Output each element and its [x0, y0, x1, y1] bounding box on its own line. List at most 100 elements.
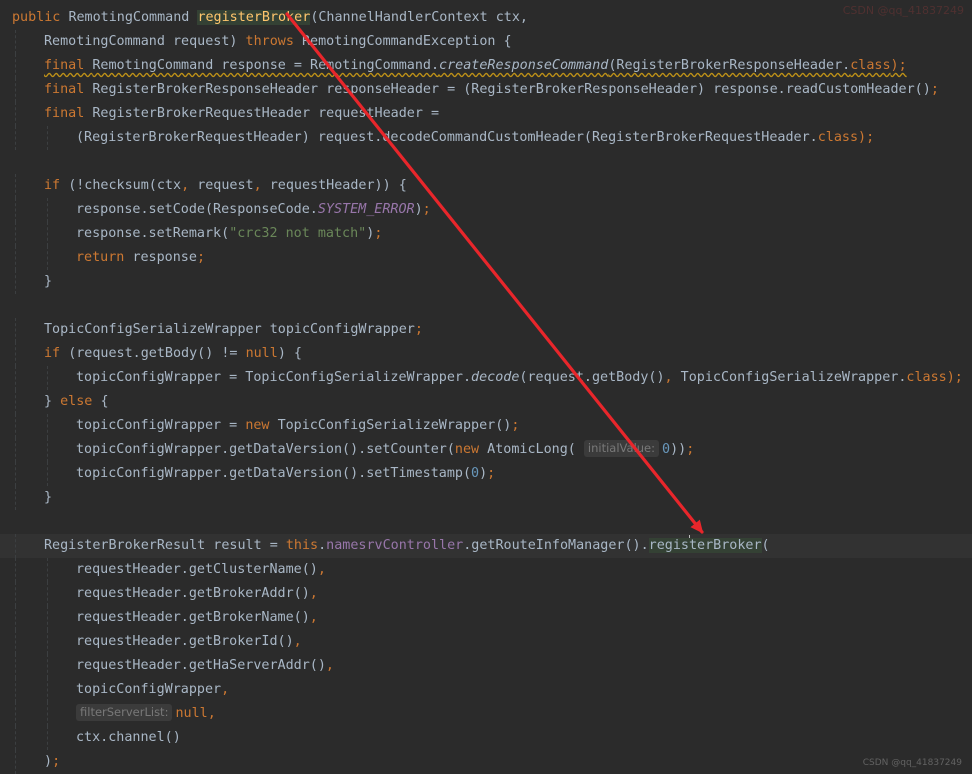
indent-guide — [47, 366, 48, 390]
code-token: public — [12, 10, 69, 25]
indent-guide — [47, 630, 48, 654]
code-line[interactable]: RemotingCommand request) throws Remoting… — [0, 30, 972, 54]
code-line[interactable]: } else { — [0, 390, 972, 414]
code-token: requestHeader.getClusterName() — [76, 562, 318, 577]
code-line[interactable]: requestHeader.getClusterName(), — [0, 558, 972, 582]
code-line[interactable]: final RegisterBrokerRequestHeader reques… — [0, 102, 972, 126]
code-line[interactable]: topicConfigWrapper.getDataVersion().setC… — [0, 438, 972, 462]
code-token: } — [44, 490, 53, 505]
code-line[interactable]: if (request.getBody() != null) { — [0, 342, 972, 366]
indent-guide — [15, 534, 16, 558]
code-line[interactable]: requestHeader.getBrokerAddr(), — [0, 582, 972, 606]
code-line[interactable] — [0, 294, 972, 318]
code-token: final — [44, 82, 93, 97]
code-line[interactable]: if (!checksum(ctx, request, requestHeade… — [0, 174, 972, 198]
indent-guide — [47, 198, 48, 222]
code-line-text: final RegisterBrokerRequestHeader reques… — [44, 102, 439, 126]
code-line-text: RegisterBrokerResult result = this.names… — [44, 534, 770, 558]
code-token: this — [285, 538, 319, 553]
code-token: request — [197, 178, 254, 193]
indent-guide — [15, 726, 16, 750]
code-line-text: TopicConfigSerializeWrapper topicConfigW… — [44, 318, 423, 342]
code-line[interactable]: topicConfigWrapper.getDataVersion().setT… — [0, 462, 972, 486]
indent-guide — [15, 390, 16, 414]
code-token: class — [817, 130, 859, 145]
code-line[interactable]: requestHeader.getBrokerName(), — [0, 606, 972, 630]
code-token: ; — [511, 418, 520, 433]
code-token: ( — [761, 538, 770, 553]
code-token: . — [318, 538, 327, 553]
parameter-hint: filterServerList: — [76, 704, 173, 721]
indent-guide — [15, 630, 16, 654]
code-token: RemotingCommand — [68, 10, 198, 25]
code-line[interactable]: response.setRemark("crc32 not match"); — [0, 222, 972, 246]
code-line-current[interactable]: RegisterBrokerResult result = this.names… — [0, 534, 972, 558]
code-line-text: if (request.getBody() != null) { — [44, 342, 302, 366]
code-line-text: topicConfigWrapper, — [76, 678, 229, 702]
code-token: null — [245, 346, 278, 361]
code-token: (!checksum(ctx — [68, 178, 182, 193]
code-token: ); — [946, 370, 963, 385]
indent-guide — [47, 414, 48, 438]
code-line[interactable]: final RegisterBrokerResponseHeader respo… — [0, 78, 972, 102]
code-line-text: requestHeader.getBrokerAddr(), — [76, 582, 318, 606]
code-token: ); — [890, 58, 907, 73]
code-token: SYSTEM_ERROR — [317, 202, 415, 217]
code-token: , — [207, 706, 216, 721]
code-line[interactable]: } — [0, 486, 972, 510]
code-token: RegisterBrokerResponseHeader responseHea… — [92, 82, 931, 97]
indent-guide — [15, 486, 16, 510]
code-line[interactable]: return response; — [0, 246, 972, 270]
code-token: 0 — [471, 466, 480, 481]
code-line-text: requestHeader.getBrokerId(), — [76, 630, 302, 654]
code-token: (request.getBody() — [519, 370, 665, 385]
indent-guide — [47, 246, 48, 270]
indent-guide — [15, 126, 16, 150]
code-token: TopicConfigSerializeWrapper() — [277, 418, 512, 433]
code-token: , — [664, 370, 681, 385]
code-line[interactable]: (RegisterBrokerRequestHeader) request.de… — [0, 126, 972, 150]
code-line-text: topicConfigWrapper.getDataVersion().setC… — [76, 438, 694, 462]
code-line[interactable]: requestHeader.getBrokerId(), — [0, 630, 972, 654]
indent-guide — [15, 342, 16, 366]
code-line[interactable]: topicConfigWrapper, — [0, 678, 972, 702]
indent-guide — [47, 678, 48, 702]
code-token: ) — [479, 466, 488, 481]
code-line[interactable]: response.setCode(ResponseCode.SYSTEM_ERR… — [0, 198, 972, 222]
indent-guide — [47, 126, 48, 150]
code-line[interactable]: requestHeader.getHaServerAddr(), — [0, 654, 972, 678]
code-token: response.setRemark( — [76, 226, 230, 241]
code-line[interactable]: topicConfigWrapper = new TopicConfigSeri… — [0, 414, 972, 438]
code-token: , — [181, 178, 198, 193]
code-token: "crc32 not match" — [229, 226, 367, 241]
code-line[interactable] — [0, 150, 972, 174]
code-line[interactable]: final RemotingCommand response = Remotin… — [0, 54, 972, 78]
indent-guide — [47, 582, 48, 606]
code-line[interactable] — [0, 510, 972, 534]
code-token: ); — [858, 130, 875, 145]
code-token: createResponseCommand — [439, 58, 609, 73]
code-editor[interactable]: public RemotingCommand registerBroker(Ch… — [0, 0, 972, 774]
code-line[interactable]: ); — [0, 750, 972, 774]
code-line[interactable]: TopicConfigSerializeWrapper topicConfigW… — [0, 318, 972, 342]
code-token: .getRouteInfoManager(). — [463, 538, 649, 553]
code-token: RegisterBrokerResult result = — [44, 538, 286, 553]
code-token: response.setCode(ResponseCode. — [76, 202, 318, 217]
code-line-text: topicConfigWrapper = new TopicConfigSeri… — [76, 414, 519, 438]
indent-guide — [15, 582, 16, 606]
code-token: ) — [44, 754, 53, 769]
code-line[interactable]: filterServerList: null, — [0, 702, 972, 726]
code-token: RemotingCommand response = RemotingComma… — [92, 58, 440, 73]
code-line[interactable]: public RemotingCommand registerBroker(Ch… — [0, 6, 972, 30]
indent-guide — [15, 414, 16, 438]
code-token: ) { — [277, 346, 302, 361]
indent-guide — [15, 366, 16, 390]
code-token: response — [132, 250, 197, 265]
code-line[interactable]: ctx.channel() — [0, 726, 972, 750]
code-line-text: } else { — [44, 390, 109, 414]
code-token: ; — [52, 754, 61, 769]
code-line[interactable]: topicConfigWrapper = TopicConfigSerializ… — [0, 366, 972, 390]
indent-guide — [15, 702, 16, 726]
code-token: null — [175, 706, 208, 721]
code-line[interactable]: } — [0, 270, 972, 294]
